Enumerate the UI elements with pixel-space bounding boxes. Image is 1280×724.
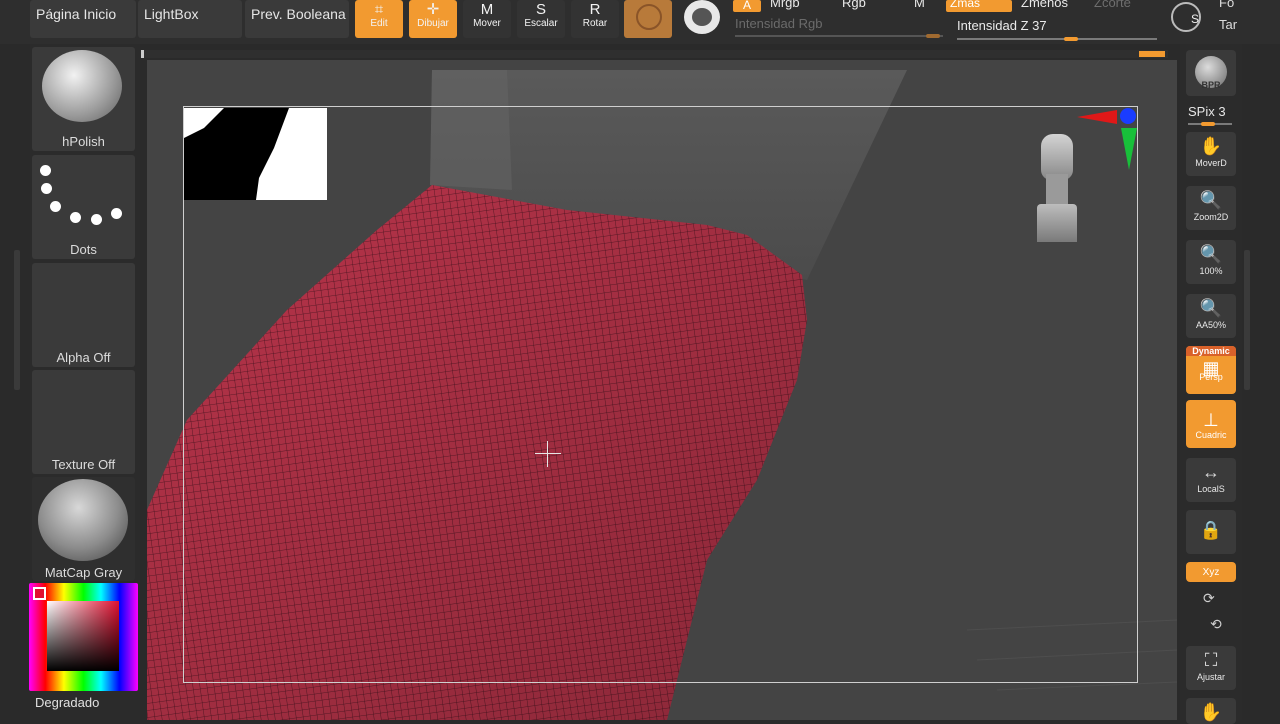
gyro-sphere-icon[interactable]: [684, 0, 720, 34]
spix-control[interactable]: SPix 3: [1188, 104, 1226, 119]
local-symmetry-button[interactable]: ↔ LocalS: [1186, 458, 1236, 502]
matcap-preview-icon: [38, 479, 128, 561]
color-square[interactable]: [47, 601, 119, 671]
move-icon: M: [480, 1, 494, 18]
edit-button[interactable]: ⌗ Edit: [355, 0, 403, 38]
zoom2d-button[interactable]: 🔍 Zoom2D: [1186, 186, 1236, 230]
hand-icon: ✋: [1199, 136, 1223, 156]
lightbox-label: LightBox: [144, 6, 199, 22]
rgb-intensity-label: Intensidad Rgb: [735, 16, 823, 31]
shelf-orange-marker[interactable]: [1139, 51, 1165, 57]
draw-label: Dibujar: [417, 18, 449, 29]
rgb-intensity-slider[interactable]: [735, 35, 943, 37]
rotate-label: Rotar: [582, 18, 608, 29]
frame-icon: ⛶: [1204, 650, 1218, 670]
boolean-preview-button[interactable]: Prev. Booleana: [245, 0, 349, 38]
left-tray-handle[interactable]: [14, 250, 20, 390]
spix-label: SPix: [1188, 104, 1215, 119]
boolean-preview-label: Prev. Booleana: [251, 6, 346, 22]
move-label: Mover: [473, 18, 501, 29]
stroke-label: Dots: [70, 242, 97, 257]
edit-icon: ⌗: [374, 1, 384, 18]
zmas-button[interactable]: Zmas: [946, 0, 1012, 12]
material-swatch-button[interactable]: [624, 0, 672, 38]
top-toolbar: Página Inicio LightBox Prev. Booleana ⌗ …: [0, 0, 1280, 44]
channel-a-button[interactable]: A: [733, 0, 761, 12]
right-tray-handle[interactable]: [1244, 250, 1250, 390]
persp-button[interactable]: Dynamic ▦ Persp: [1186, 346, 1236, 394]
draw-icon: ✛: [426, 1, 440, 18]
moverd-button[interactable]: ✋ MoverD: [1186, 132, 1236, 176]
zcorte-button[interactable]: Zcorte: [1094, 0, 1131, 10]
z-intensity-label: Intensidad Z 37: [957, 18, 1047, 33]
z-intensity-slider[interactable]: [957, 38, 1157, 40]
draw-button[interactable]: ✛ Dibujar: [409, 0, 457, 38]
xyz-button[interactable]: Xyz: [1186, 562, 1236, 582]
rotate-z-icon[interactable]: ⟲: [1210, 616, 1222, 633]
spix-knob[interactable]: [1201, 122, 1215, 126]
floor-button[interactable]: ⊥ Cuadric: [1186, 400, 1236, 448]
lightbox-button[interactable]: LightBox: [138, 0, 242, 38]
z-intensity-knob[interactable]: [1064, 37, 1078, 41]
lock-button[interactable]: 🔒: [1186, 510, 1236, 554]
top-right-fo[interactable]: Fo: [1219, 0, 1234, 10]
orientation-head-icon[interactable]: [1034, 134, 1080, 242]
rgb-intensity-knob[interactable]: [926, 34, 940, 38]
z-intensity-value: 37: [1032, 18, 1047, 33]
canvas-viewport[interactable]: [147, 60, 1177, 720]
home-page-label: Página Inicio: [36, 6, 117, 22]
local-symmetry-icon: ↔: [1202, 462, 1220, 482]
frame-button[interactable]: ⛶ Ajustar: [1186, 646, 1236, 690]
top-shelf-strip: [141, 50, 1168, 58]
top-right-tar[interactable]: Tar: [1219, 17, 1237, 32]
zoom-100-button[interactable]: 🔍 100%: [1186, 240, 1236, 284]
scale-label: Escalar: [524, 18, 558, 29]
home-page-button[interactable]: Página Inicio: [30, 0, 136, 38]
gradient-label: Degradado: [35, 695, 100, 710]
dynamic-badge: Dynamic: [1186, 346, 1236, 356]
material-label: MatCap Gray: [44, 565, 123, 580]
scale-icon: S: [535, 1, 546, 18]
lock-icon: 🔒: [1199, 520, 1223, 540]
rotate-button[interactable]: R Rotar: [571, 0, 619, 38]
rgb-button[interactable]: Rgb: [842, 0, 866, 10]
color-swatch-icon[interactable]: [33, 587, 46, 600]
move-button[interactable]: M Mover: [463, 0, 511, 38]
navigation-thumbnail[interactable]: [184, 108, 327, 200]
zoom-aa-icon: 🔍: [1199, 298, 1223, 318]
scale-button[interactable]: S Escalar: [517, 0, 565, 38]
m-button[interactable]: M: [914, 0, 925, 10]
axis-gizmo-icon[interactable]: [1077, 108, 1137, 180]
edit-label: Edit: [370, 18, 388, 29]
brush-preview-icon: [42, 50, 122, 122]
symmetry-s-icon[interactable]: S: [1171, 2, 1201, 32]
floor-icon: ⊥: [1203, 410, 1219, 430]
brush-cursor-icon: [535, 441, 561, 467]
mrgb-button[interactable]: Mrgb: [770, 0, 800, 10]
aa50-button[interactable]: 🔍 AA50%: [1186, 294, 1236, 338]
material-sphere-icon: [636, 4, 662, 30]
hand-move-icon: ✋: [1199, 702, 1223, 722]
texture-label: Texture Off: [51, 457, 116, 472]
perspective-icon: ▦: [1202, 358, 1220, 378]
rotate-y-icon[interactable]: ⟳: [1203, 590, 1215, 607]
move-view-button[interactable]: ✋: [1186, 698, 1236, 724]
spix-value: 3: [1218, 104, 1226, 119]
zoom-100-icon: 🔍: [1199, 244, 1223, 264]
rotate-icon: R: [589, 1, 601, 18]
bpr-button[interactable]: BPR: [1186, 50, 1236, 96]
alpha-label: Alpha Off: [56, 350, 111, 365]
color-picker[interactable]: [29, 583, 138, 691]
zmenos-button[interactable]: Zmenos: [1021, 0, 1068, 10]
brush-label: hPolish: [62, 134, 105, 149]
zoom-icon: 🔍: [1199, 190, 1223, 210]
